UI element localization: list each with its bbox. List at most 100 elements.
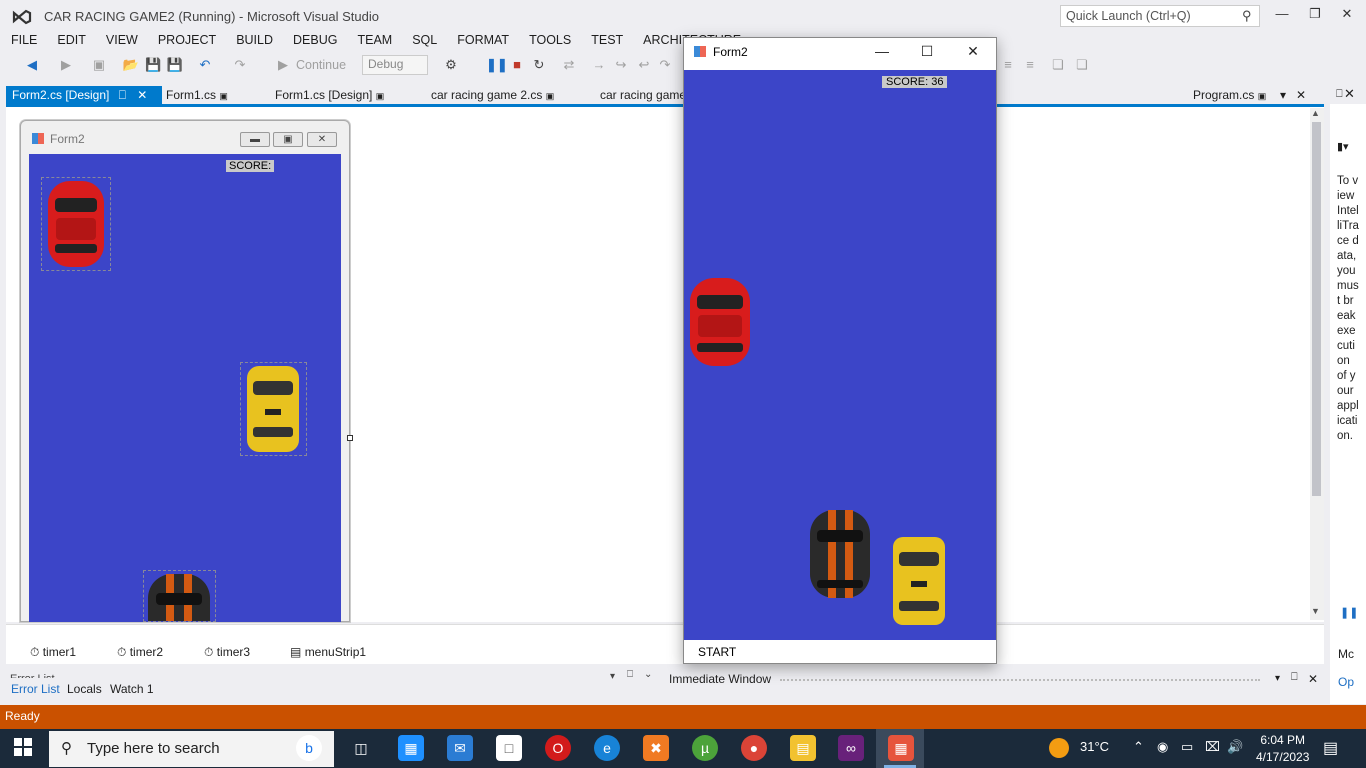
- pause-icon[interactable]: ❚❚: [486, 55, 508, 75]
- menu-project[interactable]: PROJECT: [148, 32, 226, 50]
- weather-temperature[interactable]: 31°C: [1080, 739, 1109, 754]
- designer-yellow-car-picturebox[interactable]: [240, 362, 307, 456]
- menu-view[interactable]: VIEW: [96, 32, 148, 50]
- windows-start-icon[interactable]: [14, 738, 32, 756]
- menu-debug[interactable]: DEBUG: [283, 32, 347, 50]
- open-file-icon[interactable]: 📂: [122, 55, 140, 75]
- step-into-icon[interactable]: →: [590, 55, 608, 75]
- back-icon[interactable]: ◀: [22, 55, 42, 75]
- align-icon[interactable]: ≡: [998, 55, 1018, 75]
- menu-team[interactable]: TEAM: [347, 32, 402, 50]
- close-tab-icon[interactable]: ✕: [137, 88, 147, 102]
- menu-format[interactable]: FORMAT: [447, 32, 519, 50]
- side-close-icon[interactable]: ✕: [1344, 86, 1355, 102]
- store-icon[interactable]: ▦: [398, 735, 424, 761]
- scrollbar-thumb[interactable]: [1312, 122, 1321, 496]
- side-pause-icon[interactable]: ❚❚: [1340, 606, 1358, 619]
- running-minimize-button[interactable]: —: [871, 43, 893, 61]
- side-pin-icon[interactable]: ⎕: [1336, 88, 1343, 101]
- panel-dropdown-icon[interactable]: ▾: [610, 671, 615, 682]
- quick-launch-input[interactable]: Quick Launch (Ctrl+Q): [1060, 5, 1260, 27]
- close-all-icon[interactable]: ✕: [1290, 86, 1312, 104]
- menu-test[interactable]: TEST: [581, 32, 633, 50]
- attach-icon[interactable]: ⚙: [442, 55, 460, 75]
- file-icon[interactable]: □: [496, 735, 522, 761]
- running-maximize-button[interactable]: ☐: [916, 43, 938, 61]
- undo-icon[interactable]: ↶: [196, 55, 214, 75]
- file-explorer-icon[interactable]: ▤: [790, 735, 816, 761]
- tab-car-racing-game[interactable]: car racing game: [594, 86, 684, 104]
- menu-tools[interactable]: TOOLS: [519, 32, 581, 50]
- show-hidden-icons-icon[interactable]: ⌃: [1133, 739, 1144, 755]
- menu-edit[interactable]: EDIT: [47, 32, 95, 50]
- timer1-component[interactable]: ⏱ timer1: [30, 645, 76, 660]
- redo-step-icon[interactable]: ↷: [656, 55, 674, 75]
- menu-file[interactable]: FILE: [0, 32, 47, 50]
- designer-score-label[interactable]: SCORE:: [226, 160, 275, 172]
- save-icon[interactable]: 💾: [145, 55, 161, 75]
- tab-form2-design[interactable]: Form2.cs [Design] ⎕ ✕: [6, 86, 162, 104]
- tab-form1-cs[interactable]: Form1.cs ▣: [160, 86, 234, 104]
- minimize-button[interactable]: —: [1270, 6, 1294, 26]
- step-out-icon[interactable]: ↩: [635, 55, 653, 75]
- camera-icon[interactable]: ◉: [1157, 739, 1168, 755]
- close-button[interactable]: ✕: [1335, 6, 1359, 26]
- step-over-icon[interactable]: ↪: [612, 55, 630, 75]
- timer2-component[interactable]: ⏱ timer2: [117, 645, 163, 660]
- mail-icon[interactable]: ✉: [447, 735, 473, 761]
- send-back-icon[interactable]: ❏: [1072, 55, 1092, 75]
- edge-icon[interactable]: e: [594, 735, 620, 761]
- solution-config-select[interactable]: Debug: [362, 55, 428, 75]
- designer-red-car-picturebox[interactable]: [41, 177, 111, 271]
- continue-play-icon[interactable]: ▶: [276, 55, 290, 75]
- restore-button[interactable]: ❐: [1303, 6, 1327, 26]
- immediate-window-title[interactable]: Immediate Window: [669, 672, 771, 686]
- immediate-dropdown-icon[interactable]: ▾: [1275, 673, 1280, 684]
- tab-watch-1[interactable]: Watch 1: [110, 682, 154, 696]
- continue-button[interactable]: Continue: [296, 55, 356, 75]
- tab-car-racing-game2[interactable]: car racing game 2.cs ▣: [425, 86, 560, 104]
- scroll-up-icon[interactable]: ▲: [1311, 108, 1320, 118]
- menu-build[interactable]: BUILD: [226, 32, 283, 50]
- opera-icon[interactable]: O: [545, 735, 571, 761]
- tab-form1-design[interactable]: Form1.cs [Design] ▣: [269, 86, 390, 104]
- taskbar-search-input[interactable]: Type here to search: [49, 731, 334, 767]
- save-all-icon[interactable]: 💾: [166, 55, 184, 75]
- tab-program-cs[interactable]: Program.cs ▣: [1187, 86, 1272, 104]
- xampp-icon[interactable]: ✖: [643, 735, 669, 761]
- bing-icon[interactable]: b: [296, 735, 322, 761]
- side-toolbar-icon[interactable]: ▮▾: [1337, 140, 1349, 153]
- volume-icon[interactable]: 🔊: [1227, 739, 1243, 755]
- resize-handle[interactable]: [347, 435, 353, 441]
- bring-front-icon[interactable]: ❏: [1048, 55, 1068, 75]
- menu-sql[interactable]: SQL: [402, 32, 447, 50]
- battery-icon[interactable]: ▭: [1181, 739, 1193, 755]
- side-bottom-link[interactable]: Op: [1338, 675, 1354, 689]
- running-close-button[interactable]: ✕: [962, 43, 984, 61]
- task-view-icon[interactable]: ◫: [348, 735, 374, 761]
- designer-black-car-picturebox[interactable]: [143, 570, 216, 622]
- immediate-pin-icon[interactable]: ⎕: [1291, 671, 1298, 684]
- panel-chevron-icon[interactable]: ⌄: [644, 669, 652, 680]
- tab-locals[interactable]: Locals: [67, 682, 102, 696]
- spacing-icon[interactable]: ≡: [1020, 55, 1040, 75]
- new-project-icon[interactable]: ▣: [90, 55, 108, 75]
- forward-icon[interactable]: ▶: [58, 55, 74, 75]
- scroll-down-icon[interactable]: ▼: [1311, 606, 1320, 616]
- taskbar-clock[interactable]: 6:04 PM 4/17/2023: [1256, 732, 1309, 766]
- immediate-close-icon[interactable]: ✕: [1308, 672, 1318, 686]
- utorrent-icon[interactable]: µ: [692, 735, 718, 761]
- panel-pin-icon[interactable]: ⎕: [627, 669, 633, 680]
- chrome-icon[interactable]: ●: [741, 735, 767, 761]
- stop-icon[interactable]: ■: [509, 55, 525, 75]
- timer3-component[interactable]: ⏱ timer3: [204, 645, 250, 660]
- restart-icon[interactable]: ↻: [530, 55, 548, 75]
- tab-error-list[interactable]: Error List: [11, 682, 60, 696]
- form-app-icon[interactable]: ▦: [888, 735, 914, 761]
- menustrip1-component[interactable]: ▤ menuStrip1: [290, 645, 366, 659]
- pin-icon[interactable]: ⎕: [119, 88, 126, 102]
- visual-studio-taskbar-icon[interactable]: ∞: [838, 735, 864, 761]
- start-menu-item[interactable]: START: [698, 645, 736, 659]
- notification-icon[interactable]: ▤: [1323, 738, 1338, 758]
- show-next-statement-icon[interactable]: ⇄: [560, 55, 578, 75]
